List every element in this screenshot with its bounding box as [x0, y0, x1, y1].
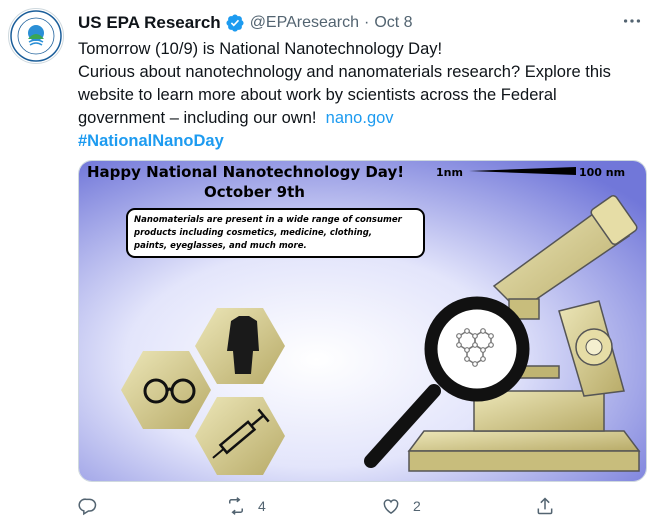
retweet-icon — [229, 497, 243, 515]
reply-icon — [78, 498, 97, 516]
verified-badge-icon — [226, 14, 244, 32]
nanotech-day-graphic: Happy National Nanotechnology Day! Octob… — [79, 161, 646, 481]
like-button[interactable]: 2 — [381, 492, 421, 520]
tweet-date[interactable]: Oct 8 — [374, 14, 412, 32]
tweet-text: Tomorrow (10/9) is National Nanotechnolo… — [78, 38, 638, 153]
scale-left-label: 1nm — [436, 166, 463, 179]
retweet-count: 4 — [258, 498, 266, 514]
epa-seal-logo — [10, 10, 62, 62]
heart-icon — [383, 499, 399, 514]
tweet-action-bar: 4 2 — [78, 492, 638, 520]
retweet-button[interactable]: 4 — [226, 492, 266, 520]
more-horizontal-icon — [623, 19, 641, 23]
tweet-text-line1: Tomorrow (10/9) is National Nanotechnolo… — [78, 40, 443, 58]
share-icon — [537, 497, 553, 515]
avatar[interactable] — [8, 8, 64, 64]
separator: · — [364, 14, 370, 31]
link-nano-gov[interactable]: nano.gov — [326, 109, 394, 127]
tweet-image[interactable]: Happy National Nanotechnology Day! Octob… — [78, 160, 647, 482]
author-name[interactable]: US EPA Research — [78, 13, 221, 33]
share-button[interactable] — [535, 492, 555, 520]
tweet-header: US EPA Research @EPAresearch · Oct 8 — [78, 11, 413, 35]
date-text: October 9th — [204, 183, 305, 201]
hashtag-link[interactable]: #NationalNanoDay — [78, 132, 224, 150]
scale-right-label: 100 nm — [579, 166, 625, 179]
author-handle[interactable]: @EPAresearch — [250, 14, 359, 32]
headline: Happy National Nanotechnology Day! — [87, 163, 404, 181]
more-options-button[interactable] — [619, 10, 645, 32]
reply-button[interactable] — [78, 492, 110, 520]
like-count: 2 — [413, 498, 421, 514]
